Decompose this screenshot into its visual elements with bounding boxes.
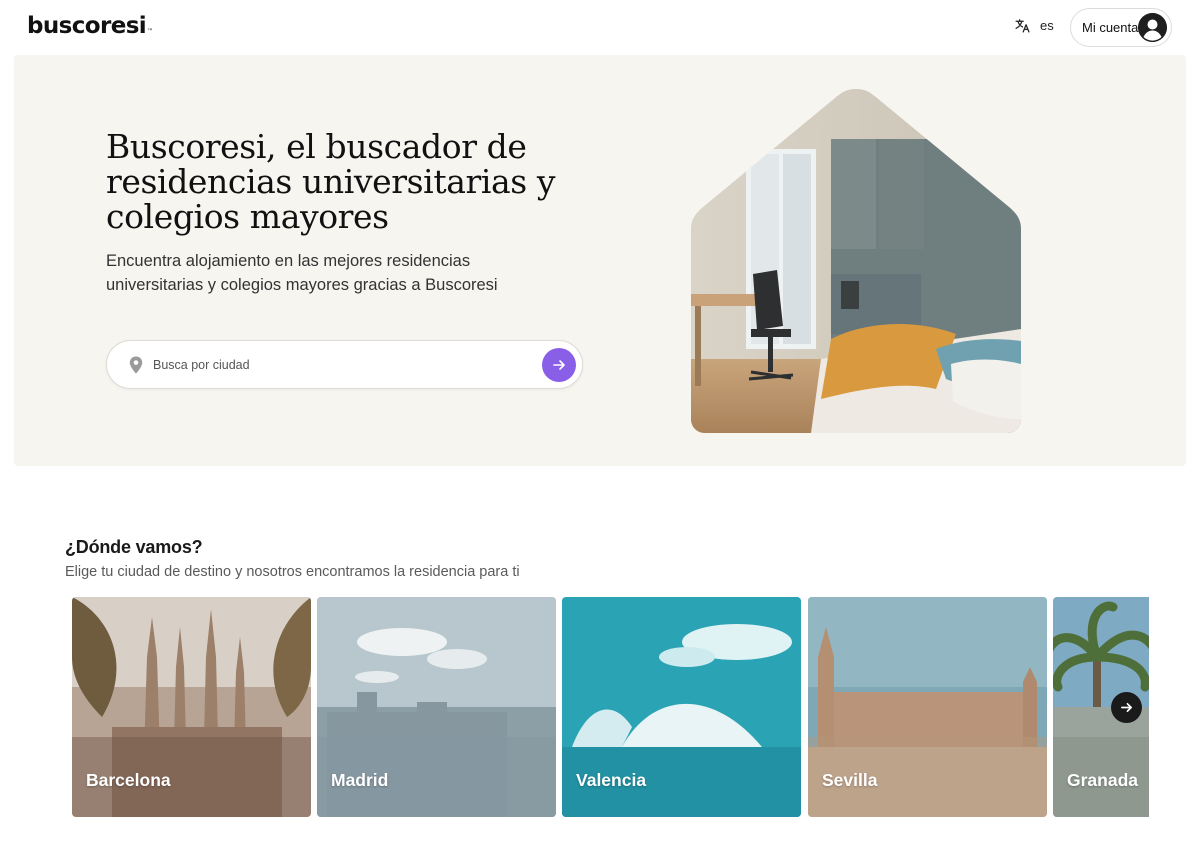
city-name-granada: Granada — [1067, 770, 1138, 790]
language-selector[interactable]: es — [1014, 17, 1054, 34]
location-pin-icon — [129, 356, 143, 374]
search-submit-button[interactable] — [542, 348, 576, 382]
city-search-bar — [106, 340, 583, 389]
buscoresi-logo[interactable]: buscoresi™ — [27, 13, 153, 39]
city-search-input[interactable] — [153, 354, 533, 376]
my-account-button[interactable]: Mi cuenta — [1070, 8, 1172, 47]
hero-section: Buscoresi, el buscador de residencias un… — [14, 55, 1186, 466]
city-name-valencia: Valencia — [576, 770, 647, 790]
city-card-madrid[interactable]: Madrid — [317, 597, 556, 817]
residence-room-photo — [691, 89, 1021, 433]
city-card-barcelona[interactable]: Barcelona — [72, 597, 311, 817]
my-account-label: Mi cuenta — [1082, 20, 1139, 35]
logo-text: buscoresi — [27, 13, 147, 39]
destinations-title: ¿Dónde vamos? — [65, 537, 203, 557]
hero-subtitle: Encuentra alojamiento en las mejores res… — [106, 252, 498, 294]
translate-icon — [1015, 19, 1030, 33]
arrow-right-icon — [553, 360, 565, 370]
city-carousel: Barcelona Madrid Valencia Sevilla Granad… — [72, 597, 1149, 817]
carousel-next-button[interactable] — [1111, 692, 1142, 723]
destinations-subtitle: Elige tu ciudad de destino y nosotros en… — [65, 564, 520, 580]
hero-title: Buscoresi, el buscador de residencias un… — [106, 127, 556, 236]
city-card-sevilla[interactable]: Sevilla — [808, 597, 1047, 817]
arrow-right-icon — [1121, 702, 1132, 713]
language-code: es — [1040, 18, 1054, 33]
city-name-barcelona: Barcelona — [86, 770, 171, 790]
city-name-madrid: Madrid — [331, 770, 389, 790]
city-card-valencia[interactable]: Valencia — [562, 597, 801, 817]
user-avatar-icon — [1138, 13, 1167, 42]
logo-trademark: ™ — [147, 28, 154, 35]
city-name-sevilla: Sevilla — [822, 770, 878, 790]
site-header: buscoresi™ es Mi cuenta — [0, 0, 1200, 55]
